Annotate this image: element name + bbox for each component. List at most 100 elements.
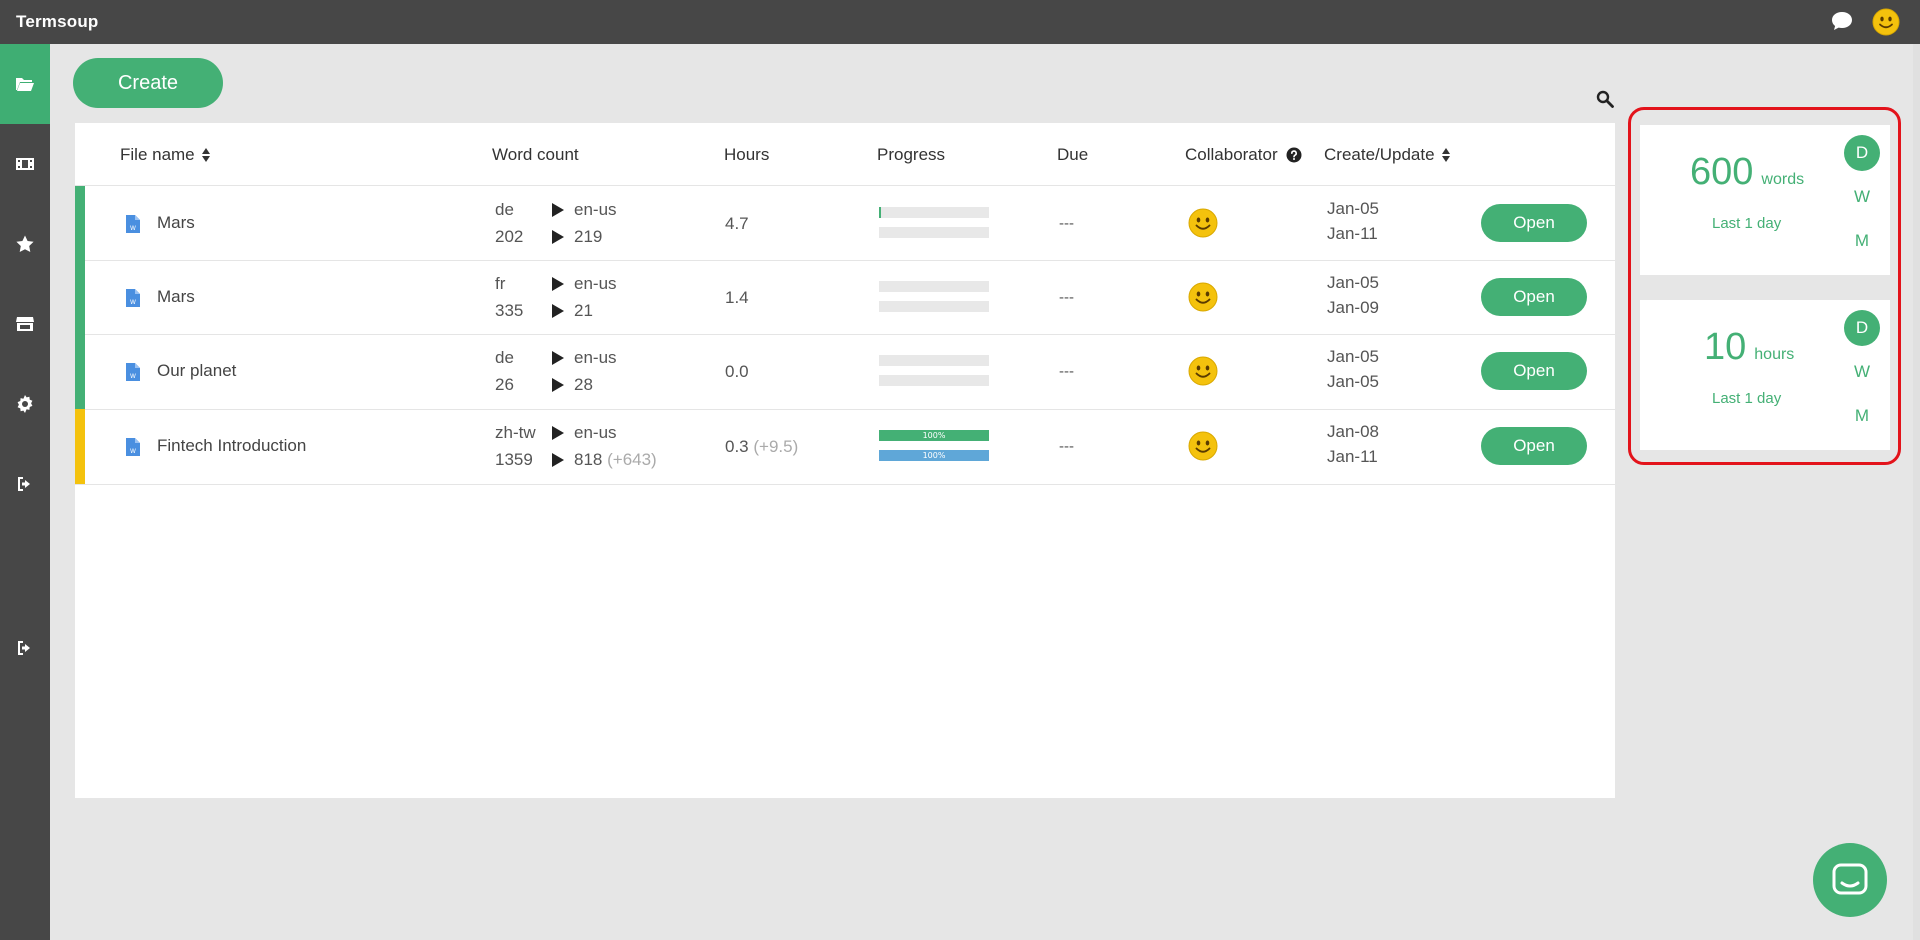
open-button[interactable]: Open [1481,204,1587,242]
open-button[interactable]: Open [1481,352,1587,390]
stat-caption: Last 1 day [1712,215,1782,232]
collaborator-avatar-icon[interactable] [1188,356,1218,386]
target-language: en-us [574,423,617,442]
chat-widget-button[interactable] [1813,843,1887,917]
gear-icon [17,395,33,413]
svg-text:W: W [130,448,136,455]
stat-card-words: 600 words Last 1 day DWM [1640,125,1890,275]
due-date: --- [1059,438,1074,455]
svg-text:W: W [130,373,136,380]
progress-fill: 2% [879,207,882,218]
source-word-count: 1359 [495,450,533,469]
updated-date: Jan-09 [1327,298,1379,317]
created-date: Jan-08 [1327,422,1379,441]
sidebar-item-store[interactable] [0,284,50,364]
sort-icon [201,148,210,162]
created-date: Jan-05 [1327,273,1379,292]
open-button[interactable]: Open [1481,427,1587,465]
sidebar [0,44,50,940]
word-file-icon: W [126,215,140,233]
sidebar-item-signout-1[interactable] [0,444,50,524]
header-file-name[interactable]: File name [120,145,211,165]
updated-date: Jan-05 [1327,372,1379,391]
period-toggle-d[interactable]: D [1844,310,1880,346]
play-arrow-icon [552,453,564,467]
source-word-count: 26 [495,375,514,394]
sign-out-icon [18,641,30,655]
sidebar-item-settings[interactable] [0,364,50,444]
header-word-count: Word count [492,145,579,164]
header-due: Due [1057,145,1089,164]
top-bar: Termsoup [0,0,1920,44]
table-row[interactable]: W Mars fr 335 en-us 21 1.4 0% 0% --- Jan… [75,260,1615,335]
svg-text:W: W [130,225,136,232]
question-circle-icon[interactable] [1286,147,1302,163]
word-file-icon: W [126,363,140,381]
table-row[interactable]: W Our planet de 26 en-us 28 0.0 0% 0% --… [75,334,1615,410]
stat-value: 600 words [1690,151,1805,193]
stat-caption: Last 1 day [1712,390,1782,407]
word-file-icon: W [126,438,140,456]
header-create-update[interactable]: Create/Update [1324,145,1451,165]
stat-value: 10 hours [1704,326,1795,368]
word-file-icon: W [126,289,140,307]
period-toggle-m[interactable]: M [1844,223,1880,259]
progress-bar-translation: 100% [879,430,989,441]
period-toggle-w[interactable]: W [1844,354,1880,390]
progress-fill: 100% [879,430,989,441]
file-name[interactable]: Our planet [157,361,236,381]
period-toggle-m[interactable]: M [1844,398,1880,434]
row-status-mark [75,409,85,484]
create-button[interactable]: Create [73,58,223,108]
svg-text:W: W [130,299,136,306]
open-button[interactable]: Open [1481,278,1587,316]
file-name[interactable]: Mars [157,213,195,233]
chat-bubble-icon[interactable] [1830,10,1854,32]
header-collaborator: Collaborator [1185,145,1302,165]
table-row[interactable]: W Mars de 202 en-us 219 4.7 2% 0% --- Ja… [75,186,1615,261]
period-toggle-d[interactable]: D [1844,135,1880,171]
extra-word-count: (+643) [607,450,657,469]
film-icon [16,158,34,170]
source-language: fr [495,274,506,293]
file-name[interactable]: Fintech Introduction [157,436,306,456]
play-arrow-icon [552,230,564,244]
sidebar-item-files[interactable] [0,44,50,124]
sidebar-item-media[interactable] [0,124,50,204]
hours-value: 0.0 [725,362,749,381]
target-language: en-us [574,274,617,293]
header-hours: Hours [724,145,770,164]
row-status-mark [75,334,85,409]
extra-hours: (+9.5) [753,437,799,456]
source-language: zh-tw [495,423,536,442]
collaborator-avatar-icon[interactable] [1188,208,1218,238]
search-icon[interactable] [1596,90,1614,108]
sort-icon [1441,148,1450,162]
window-scrollbar[interactable] [1913,44,1920,940]
period-toggle-w[interactable]: W [1844,179,1880,215]
created-date: Jan-05 [1327,199,1379,218]
progress-bar-review: 100% [879,450,989,461]
smiley-avatar-icon[interactable] [1872,8,1900,36]
collaborator-avatar-icon[interactable] [1188,431,1218,461]
table-row[interactable]: W Fintech Introduction zh-tw 1359 en-us … [75,409,1615,485]
source-language: de [495,200,514,219]
stat-unit: hours [1754,346,1795,363]
progress-bar-translation: 0% [879,355,989,366]
store-icon [16,317,34,331]
sidebar-item-signout-2[interactable] [0,608,50,688]
collaborator-avatar-icon[interactable] [1188,282,1218,312]
source-word-count: 335 [495,301,524,320]
play-arrow-icon [552,378,564,392]
hours-value: 4.7 [725,214,749,233]
sidebar-item-favorites[interactable] [0,204,50,284]
progress-bar-review: 0% [879,227,989,238]
source-language: de [495,348,514,367]
row-status-mark [75,260,85,334]
file-name[interactable]: Mars [157,287,195,307]
file-table: File name Word count Hours Progress Due … [75,123,1615,798]
play-arrow-icon [552,277,564,291]
header-progress: Progress [877,145,946,164]
chat-icon [1832,863,1868,895]
stat-unit: words [1761,171,1805,188]
